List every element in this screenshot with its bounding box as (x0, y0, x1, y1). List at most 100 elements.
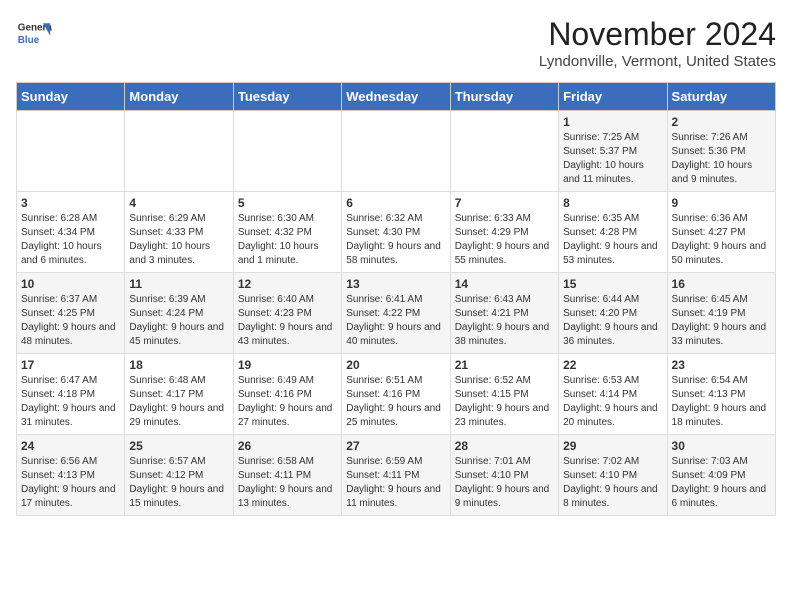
day-number: 27 (346, 439, 445, 453)
calendar-cell: 10Sunrise: 6:37 AM Sunset: 4:25 PM Dayli… (17, 273, 125, 354)
subtitle: Lyndonville, Vermont, United States (539, 53, 776, 70)
day-info: Sunrise: 7:03 AM Sunset: 4:09 PM Dayligh… (672, 455, 771, 511)
calendar-cell: 9Sunrise: 6:36 AM Sunset: 4:27 PM Daylig… (667, 192, 775, 273)
calendar-week-row: 10Sunrise: 6:37 AM Sunset: 4:25 PM Dayli… (17, 273, 776, 354)
day-info: Sunrise: 6:49 AM Sunset: 4:16 PM Dayligh… (238, 374, 337, 430)
day-number: 8 (563, 196, 662, 210)
calendar-cell: 8 Sunrise: 6:35 AM Sunset: 4:28 PM Daylig… (559, 192, 667, 273)
header-cell: Monday (125, 83, 233, 111)
day-number: 21 (455, 358, 554, 372)
calendar-cell (233, 111, 341, 192)
calendar-cell: 18Sunrise: 6:48 AM Sunset: 4:17 PM Dayli… (125, 354, 233, 435)
day-info: Sunrise: 6:51 AM Sunset: 4:16 PM Dayligh… (346, 374, 445, 430)
calendar-cell: 21 Sunrise: 6:52 AM Sunset: 4:15 PM Dayli… (450, 354, 558, 435)
calendar-cell: 4Sunrise: 6:29 AM Sunset: 4:33 PM Daylig… (125, 192, 233, 273)
header-cell: Sunday (17, 83, 125, 111)
calendar-header: SundayMondayTuesdayWednesdayThursdayFrid… (17, 83, 776, 111)
day-number: 14 (455, 277, 554, 291)
calendar-cell: 13Sunrise: 6:41 AM Sunset: 4:22 PM Dayli… (342, 273, 450, 354)
calendar-cell: 17 Sunrise: 6:47 AM Sunset: 4:18 PM Dayli… (17, 354, 125, 435)
day-info: Sunrise: 6:44 AM Sunset: 4:20 PM Dayligh… (563, 293, 662, 349)
day-number: 11 (129, 277, 228, 291)
day-info: Sunrise: 6:57 AM Sunset: 4:12 PM Dayligh… (129, 455, 228, 511)
day-info: Sunrise: 6:48 AM Sunset: 4:17 PM Dayligh… (129, 374, 228, 430)
day-number: 1 (563, 115, 662, 129)
calendar-cell: 22 Sunrise: 6:53 AM Sunset: 4:14 PM Dayli… (559, 354, 667, 435)
day-info: Sunrise: 6:33 AM Sunset: 4:29 PM Dayligh… (455, 212, 554, 268)
day-number: 15 (563, 277, 662, 291)
calendar-cell: 25 Sunrise: 6:57 AM Sunset: 4:12 PM Dayli… (125, 435, 233, 516)
day-info: Sunrise: 6:35 AM Sunset: 4:28 PM Dayligh… (563, 212, 662, 268)
day-info: Sunrise: 7:26 AM Sunset: 5:36 PM Dayligh… (672, 131, 771, 187)
calendar-cell: 24Sunrise: 6:56 AM Sunset: 4:13 PM Dayli… (17, 435, 125, 516)
main-title: November 2024 (539, 16, 776, 53)
day-info: Sunrise: 6:37 AM Sunset: 4:25 PM Dayligh… (21, 293, 120, 349)
logo-icon: General Blue (16, 16, 52, 52)
day-info: Sunrise: 6:40 AM Sunset: 4:23 PM Dayligh… (238, 293, 337, 349)
day-number: 9 (672, 196, 771, 210)
day-info: Sunrise: 6:59 AM Sunset: 4:11 PM Dayligh… (346, 455, 445, 511)
day-info: Sunrise: 6:45 AM Sunset: 4:19 PM Dayligh… (672, 293, 771, 349)
calendar-cell (342, 111, 450, 192)
calendar-week-row: 3 Sunrise: 6:28 AM Sunset: 4:34 PM Daylig… (17, 192, 776, 273)
calendar-cell: 28Sunrise: 7:01 AM Sunset: 4:10 PM Dayli… (450, 435, 558, 516)
day-number: 3 (21, 196, 120, 210)
calendar-cell: 14 Sunrise: 6:43 AM Sunset: 4:21 PM Dayli… (450, 273, 558, 354)
day-info: Sunrise: 6:47 AM Sunset: 4:18 PM Dayligh… (21, 374, 120, 430)
calendar-table: SundayMondayTuesdayWednesdayThursdayFrid… (16, 82, 776, 516)
calendar-cell: 11Sunrise: 6:39 AM Sunset: 4:24 PM Dayli… (125, 273, 233, 354)
header-cell: Wednesday (342, 83, 450, 111)
logo: General Blue (16, 16, 52, 52)
day-info: Sunrise: 6:56 AM Sunset: 4:13 PM Dayligh… (21, 455, 120, 511)
header-cell: Tuesday (233, 83, 341, 111)
calendar-cell: 19Sunrise: 6:49 AM Sunset: 4:16 PM Dayli… (233, 354, 341, 435)
calendar-cell: 1 Sunrise: 7:25 AM Sunset: 5:37 PM Daylig… (559, 111, 667, 192)
day-number: 13 (346, 277, 445, 291)
calendar-cell: 26 Sunrise: 6:58 AM Sunset: 4:11 PM Dayli… (233, 435, 341, 516)
calendar-cell: 3 Sunrise: 6:28 AM Sunset: 4:34 PM Daylig… (17, 192, 125, 273)
day-number: 17 (21, 358, 120, 372)
header: General Blue November 2024 Lyndonville, … (16, 16, 776, 70)
day-number: 23 (672, 358, 771, 372)
day-number: 29 (563, 439, 662, 453)
day-info: Sunrise: 6:54 AM Sunset: 4:13 PM Dayligh… (672, 374, 771, 430)
day-number: 4 (129, 196, 228, 210)
day-number: 30 (672, 439, 771, 453)
day-number: 12 (238, 277, 337, 291)
calendar-cell: 30 Sunrise: 7:03 AM Sunset: 4:09 PM Dayli… (667, 435, 775, 516)
calendar-cell: 6 Sunrise: 6:32 AM Sunset: 4:30 PM Daylig… (342, 192, 450, 273)
header-cell: Saturday (667, 83, 775, 111)
day-number: 16 (672, 277, 771, 291)
day-info: Sunrise: 7:25 AM Sunset: 5:37 PM Dayligh… (563, 131, 662, 187)
day-info: Sunrise: 6:28 AM Sunset: 4:34 PM Dayligh… (21, 212, 120, 268)
day-info: Sunrise: 6:53 AM Sunset: 4:14 PM Dayligh… (563, 374, 662, 430)
day-number: 26 (238, 439, 337, 453)
day-number: 7 (455, 196, 554, 210)
day-info: Sunrise: 7:02 AM Sunset: 4:10 PM Dayligh… (563, 455, 662, 511)
day-info: Sunrise: 6:30 AM Sunset: 4:32 PM Dayligh… (238, 212, 337, 268)
calendar-cell: 20 Sunrise: 6:51 AM Sunset: 4:16 PM Dayli… (342, 354, 450, 435)
day-number: 6 (346, 196, 445, 210)
day-number: 28 (455, 439, 554, 453)
calendar-cell: 7 Sunrise: 6:33 AM Sunset: 4:29 PM Daylig… (450, 192, 558, 273)
calendar-week-row: 1 Sunrise: 7:25 AM Sunset: 5:37 PM Daylig… (17, 111, 776, 192)
calendar-cell: 27 Sunrise: 6:59 AM Sunset: 4:11 PM Dayli… (342, 435, 450, 516)
calendar-cell (450, 111, 558, 192)
day-number: 20 (346, 358, 445, 372)
svg-text:Blue: Blue (18, 35, 40, 46)
day-number: 22 (563, 358, 662, 372)
day-info: Sunrise: 6:52 AM Sunset: 4:15 PM Dayligh… (455, 374, 554, 430)
calendar-cell (125, 111, 233, 192)
calendar-cell: 2 Sunrise: 7:26 AM Sunset: 5:36 PM Daylig… (667, 111, 775, 192)
day-number: 5 (238, 196, 337, 210)
header-cell: Friday (559, 83, 667, 111)
day-number: 2 (672, 115, 771, 129)
day-info: Sunrise: 6:58 AM Sunset: 4:11 PM Dayligh… (238, 455, 337, 511)
calendar-cell: 23 Sunrise: 6:54 AM Sunset: 4:13 PM Dayli… (667, 354, 775, 435)
header-row: SundayMondayTuesdayWednesdayThursdayFrid… (17, 83, 776, 111)
day-info: Sunrise: 6:32 AM Sunset: 4:30 PM Dayligh… (346, 212, 445, 268)
title-area: November 2024 Lyndonville, Vermont, Unit… (539, 16, 776, 70)
day-info: Sunrise: 6:43 AM Sunset: 4:21 PM Dayligh… (455, 293, 554, 349)
calendar-cell: 15 Sunrise: 6:44 AM Sunset: 4:20 PM Dayli… (559, 273, 667, 354)
day-number: 25 (129, 439, 228, 453)
